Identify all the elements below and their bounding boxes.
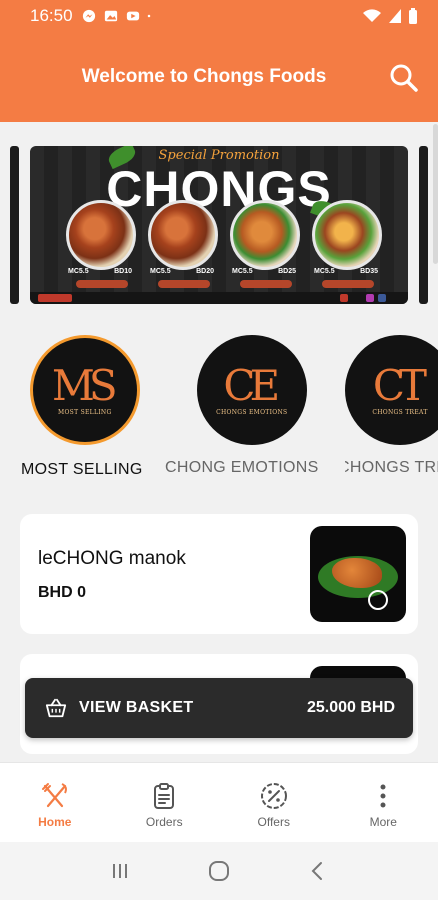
facebook-icon: [378, 294, 386, 302]
category-monogram: MS: [51, 360, 118, 410]
product-image[interactable]: [310, 526, 406, 622]
banner-dish-4: [312, 200, 382, 270]
banner-order-now: [38, 294, 72, 302]
banner-price-tag: [158, 280, 210, 288]
category-logo[interactable]: CT CHONGS TREAT: [345, 335, 438, 445]
status-bar: 16:50: [0, 0, 438, 32]
category-logo-text: CHONGS EMOTIONS: [216, 408, 288, 416]
promo-carousel[interactable]: Special Promotion CHONGS MC5.5 BD10 MC5.5…: [0, 140, 438, 310]
banner-dish-2: [148, 200, 218, 270]
product-card[interactable]: leCHONG manok BHD 0: [20, 514, 418, 634]
basket-label: VIEW BASKET: [79, 699, 194, 716]
nav-home[interactable]: Home: [0, 763, 110, 842]
category-logo-text: CHONGS TREAT: [372, 408, 428, 416]
banner-dish-3: [230, 200, 300, 270]
category-logo[interactable]: CE CHONGS EMOTIONS: [196, 335, 307, 445]
discount-icon: [260, 783, 287, 809]
category-chongs-treat[interactable]: CT CHONGS TREAT CHONGS TRE: [345, 335, 438, 477]
banner-dish-price-row: MC5.5 BD10: [68, 268, 132, 275]
category-chong-emotions[interactable]: CE CHONGS EMOTIONS CHONG EMOTIONS: [165, 335, 319, 477]
wifi-icon: [363, 9, 381, 22]
carousel-prev-peek[interactable]: [10, 146, 19, 304]
banner-dish-price-row: MC5.5 BD20: [150, 268, 214, 275]
utensils-icon: [41, 783, 67, 808]
banner-footer: [30, 292, 408, 304]
nav-offers[interactable]: Offers: [219, 763, 329, 842]
carousel-next-peek[interactable]: [419, 146, 428, 304]
category-list: MS MOST SELLING MOST SELLING CE CHONGS E…: [0, 335, 438, 495]
gallery-icon: [104, 10, 117, 22]
back-icon[interactable]: [307, 860, 329, 882]
search-icon[interactable]: [388, 62, 420, 94]
nav-orders-label: Orders: [145, 815, 183, 829]
category-monogram: CE: [223, 360, 280, 410]
nav-more[interactable]: More: [329, 763, 438, 842]
product-name: leCHONG manok: [38, 548, 186, 569]
category-monogram: CT: [372, 360, 427, 410]
nav-home-label: Home: [38, 815, 72, 829]
nav-more-label: More: [369, 815, 397, 829]
zoom-icon: [368, 590, 388, 610]
product-price: BHD 0: [38, 584, 87, 601]
banner-price-tag: [76, 280, 128, 288]
signal-icon: [389, 9, 401, 23]
instagram-icon: [366, 294, 374, 302]
nav-orders[interactable]: Orders: [110, 763, 220, 842]
view-basket-button[interactable]: VIEW BASKET 25.000 BHD: [25, 678, 413, 738]
category-logo[interactable]: MS MOST SELLING: [29, 335, 140, 445]
basket-total: 25.000 BHD: [306, 699, 395, 716]
category-label[interactable]: CHONGS TRE: [345, 459, 438, 477]
basket-icon: [45, 698, 67, 718]
youtube-icon: [126, 11, 139, 21]
banner-price-tag: [322, 280, 374, 288]
promo-banner[interactable]: Special Promotion CHONGS MC5.5 BD10 MC5.5…: [30, 146, 408, 304]
category-label[interactable]: CHONG EMOTIONS: [165, 459, 319, 477]
category-logo-text: MOST SELLING: [58, 408, 112, 416]
recents-icon[interactable]: [109, 860, 131, 882]
home-circle-icon[interactable]: [208, 860, 230, 882]
nav-offers-label: Offers: [257, 815, 290, 829]
category-label[interactable]: MOST SELLING: [21, 461, 143, 479]
battery-icon: [409, 8, 417, 24]
banner-dish-price-row: MC5.5 BD35: [314, 268, 378, 275]
app-title: Welcome to Chongs Foods: [81, 66, 327, 87]
banner-dish-1: [66, 200, 136, 270]
app-bar: Welcome to Chongs Foods: [0, 32, 438, 122]
banner-price-tag: [240, 280, 292, 288]
more-vertical-icon: [380, 784, 386, 808]
bottom-nav: Home Orders Offers More: [0, 762, 438, 842]
banner-dish-price-row: MC5.5 BD25: [232, 268, 296, 275]
status-time: 16:50: [30, 6, 73, 25]
dot-icon: [147, 14, 150, 18]
phone-icon: [340, 294, 348, 302]
system-nav-bar: [0, 842, 438, 900]
clipboard-icon: [154, 783, 175, 809]
messenger-icon: [82, 9, 95, 23]
category-most-selling[interactable]: MS MOST SELLING MOST SELLING: [21, 335, 143, 479]
